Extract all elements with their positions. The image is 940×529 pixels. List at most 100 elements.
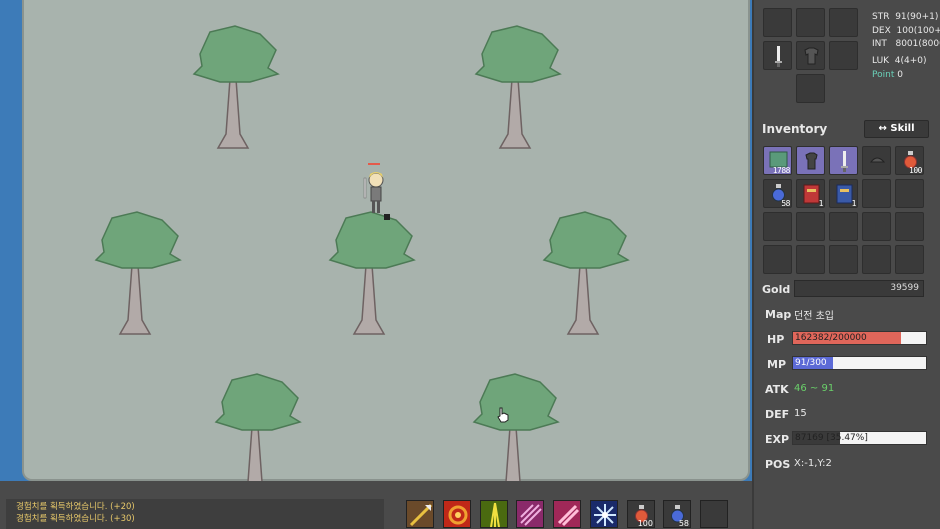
equip-slot[interactable]: [796, 74, 825, 103]
inventory-slot[interactable]: [862, 212, 891, 241]
chat-line: 경험치를 획득하였습니다. (+30): [16, 514, 135, 524]
tree: [190, 24, 280, 154]
skill-slot[interactable]: [516, 500, 544, 528]
equip-slot[interactable]: [796, 8, 825, 37]
inventory-slot[interactable]: [796, 146, 825, 175]
spear-skill-icon: [407, 501, 433, 527]
skill-slot[interactable]: [590, 500, 618, 528]
skill-slot[interactable]: [553, 500, 581, 528]
sword-icon: [775, 46, 782, 67]
armor-icon: [804, 47, 819, 65]
lightning-skill-icon: [481, 501, 507, 527]
potion-slot-red[interactable]: 100: [627, 500, 655, 528]
fire-swirl-skill-icon: [444, 501, 470, 527]
skill-slot[interactable]: [443, 500, 471, 528]
stat-value: 0: [897, 70, 903, 80]
inventory-slot[interactable]: [796, 245, 825, 274]
hp-label: HP: [767, 333, 785, 346]
gold-value: 39599: [794, 280, 924, 297]
skill-slot[interactable]: [406, 500, 434, 528]
tree: [326, 210, 416, 340]
blade-skill-icon: [554, 501, 580, 527]
atk-label: ATK: [765, 383, 789, 396]
atk-value: 46 ~ 91: [794, 383, 835, 394]
gold-label: Gold: [762, 283, 791, 296]
def-value: 15: [794, 408, 807, 419]
item-count: 100: [637, 519, 653, 528]
chat-log[interactable]: 경험치를 획득하였습니다. (+20) 경험치를 획득하였습니다. (+30): [6, 499, 384, 529]
hp-bar: 162382/200000: [792, 331, 927, 345]
inventory-slot[interactable]: [796, 212, 825, 241]
stat-label: Point: [872, 70, 895, 80]
empty-hotbar-slot[interactable]: [700, 500, 728, 528]
stat-label: DEX: [872, 26, 891, 36]
game-viewport[interactable]: [0, 0, 752, 481]
inventory-slot[interactable]: [829, 146, 858, 175]
stat-value: 4(4+0): [894, 56, 927, 66]
stat-point: Point 0: [872, 70, 903, 80]
inventory-slot[interactable]: [895, 212, 924, 241]
stat-value: 100(100+0): [896, 26, 940, 36]
item-count: 100: [909, 166, 922, 175]
equip-slot-weapon[interactable]: [763, 41, 792, 70]
inventory-slot[interactable]: [763, 212, 792, 241]
stat-value: 91(90+1): [895, 12, 939, 22]
stat-luk: LUK 4(4+0): [872, 56, 927, 66]
skill-toggle-button[interactable]: ↔ Skill: [864, 120, 929, 138]
chat-line: 경험치를 획득하였습니다. (+20): [16, 502, 135, 512]
item-count: 1: [818, 199, 824, 208]
exp-label: EXP: [765, 433, 790, 446]
tree: [92, 210, 182, 340]
ice-burst-skill-icon: [591, 501, 617, 527]
stat-label: STR: [872, 12, 890, 22]
stat-dex: DEX 100(100+0): [872, 26, 940, 36]
item-count: 58: [781, 199, 790, 208]
mp-label: MP: [767, 358, 787, 371]
potion-slot-blue[interactable]: 58: [663, 500, 691, 528]
map-label: Map: [765, 308, 792, 321]
tree: [472, 24, 562, 154]
mp-value: 91/300: [795, 358, 827, 368]
item-count: 58: [678, 519, 689, 528]
tree: [540, 210, 630, 340]
exp-value: 87169 [35.47%]: [795, 433, 868, 443]
equip-slot[interactable]: [829, 41, 858, 70]
pos-label: POS: [765, 458, 791, 471]
inventory-slot[interactable]: [829, 245, 858, 274]
tree: [470, 372, 560, 481]
armor-icon: [805, 152, 818, 170]
hp-value: 162382/200000: [795, 333, 867, 343]
equip-slot[interactable]: [829, 8, 858, 37]
inventory-slot[interactable]: 58: [763, 179, 792, 208]
bottom-bar: 경험치를 획득하였습니다. (+20) 경험치를 획득하였습니다. (+30) …: [0, 481, 752, 529]
inventory-slot[interactable]: 100: [895, 146, 924, 175]
stat-label: LUK: [872, 56, 890, 66]
player-character: [360, 160, 392, 220]
pos-value: X:-1,Y:2: [794, 458, 832, 469]
stat-int: INT 8001(8000+1): [872, 39, 940, 49]
slash-skill-icon: [517, 501, 543, 527]
equip-slot[interactable]: [763, 8, 792, 37]
equip-slot-armor[interactable]: [796, 41, 825, 70]
stat-str: STR 91(90+1): [872, 12, 938, 22]
inventory-slot[interactable]: [862, 146, 891, 175]
skill-slot[interactable]: [480, 500, 508, 528]
inventory-slot[interactable]: [895, 245, 924, 274]
inventory-slot[interactable]: 1: [829, 179, 858, 208]
inventory-slot[interactable]: [763, 245, 792, 274]
inventory-slot[interactable]: [862, 179, 891, 208]
stat-value: 8001(8000+1): [895, 39, 940, 49]
def-label: DEF: [765, 408, 790, 421]
helmet-icon: [869, 157, 886, 163]
tree: [212, 372, 302, 481]
hand-cursor-icon: [496, 407, 510, 427]
inventory-slot[interactable]: 1: [796, 179, 825, 208]
mp-bar: 91/300: [792, 356, 927, 370]
inventory-slot[interactable]: [862, 245, 891, 274]
inventory-slot[interactable]: [829, 212, 858, 241]
inventory-slot[interactable]: [895, 179, 924, 208]
map-value: 던전 초입: [794, 311, 834, 322]
stat-label: INT: [872, 39, 887, 49]
inventory-slot[interactable]: 1788: [763, 146, 792, 175]
inventory-title: Inventory: [762, 122, 828, 136]
